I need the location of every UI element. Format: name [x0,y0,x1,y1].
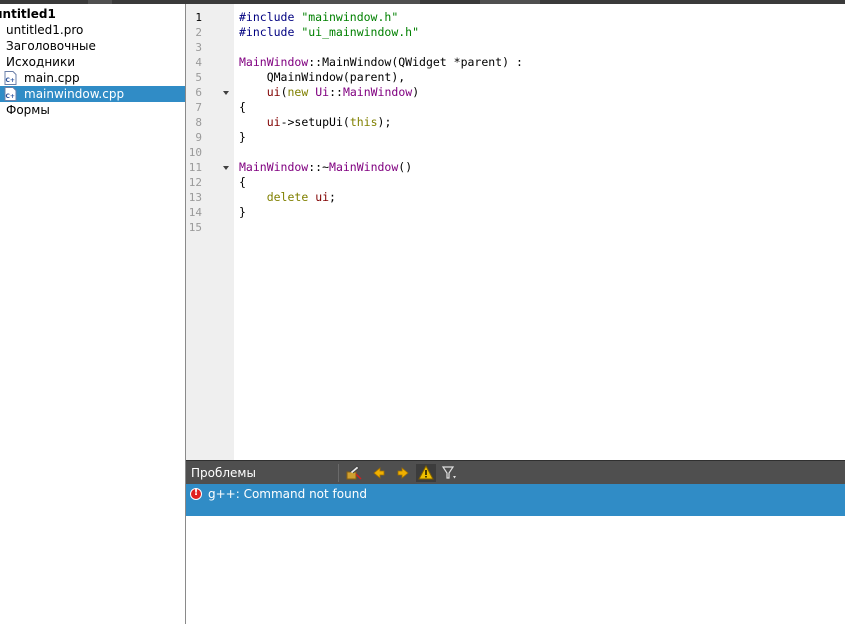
line-number: 7 [195,101,202,114]
code-token: new [287,85,309,99]
code-token: this [349,115,378,129]
code-token: ); [377,115,392,129]
code-token: :: [329,85,343,99]
svg-text:C+: C+ [6,93,15,100]
line-number: 10 [188,146,202,159]
code-token: MainWindow [239,160,309,174]
svg-text:C+: C+ [6,77,15,84]
prev-icon [373,467,385,479]
code-line[interactable]: #include "mainwindow.h" [239,10,398,25]
issues-toolbar: Проблемы [186,460,845,484]
line-number-gutter: 1 2 3 4 5 6 7 8 9 10 11 12 13 14 15 [186,4,234,460]
code-token: ; [329,190,336,204]
tree-item-main-cpp[interactable]: C+ main.cpp [0,70,185,86]
issue-row[interactable]: g++: Command not found [186,484,845,516]
code-token: ::~ [308,160,330,174]
issues-pane: Проблемы ! g++: Command not found [186,460,845,624]
line-number: 15 [188,221,202,234]
code-token: Ui [315,85,330,99]
line-number: 12 [188,176,202,189]
filter-button[interactable] [440,464,460,482]
code-token: QMainWindow(parent), [239,70,406,84]
code-line[interactable]: { [239,175,246,190]
tree-item-label: Исходники [6,55,76,69]
project-tree: untitled1 untitled1.pro Заголовочные Исх… [0,4,185,624]
tree-item-label: mainwindow.cpp [24,87,125,101]
code-token: MainWindow [239,55,309,69]
next-issue-button[interactable] [393,464,413,482]
code-token: "mainwindow.h" [301,10,399,24]
code-token: MainWindow [329,160,399,174]
code-line[interactable]: QMainWindow(parent), [239,70,405,85]
warning-filter-icon [418,464,434,480]
tree-item-headers[interactable]: Заголовочные [0,38,185,54]
tree-item-project[interactable]: untitled1 [0,6,185,22]
code-token: #include [239,25,302,39]
tree-item-label: untitled1.pro [6,23,84,37]
code-editor[interactable]: 1 2 3 4 5 6 7 8 9 10 11 12 13 14 15 #include "mainwind… [186,4,845,460]
code-line[interactable]: #include "ui_mainwindow.h" [239,25,419,40]
prev-issue-button[interactable] [369,464,389,482]
tree-item-label: untitled1 [0,7,56,21]
line-number: 11 [188,161,202,174]
tree-item-forms[interactable]: Формы [0,102,185,118]
tree-item-mainwindow-cpp[interactable]: C+ mainwindow.cpp [0,86,185,102]
line-number: 14 [188,206,202,219]
tree-item-label: main.cpp [24,71,80,85]
code-token: ) [412,85,420,99]
line-number: 5 [195,71,202,84]
line-number: 8 [195,116,202,129]
toolbar-separator [338,464,339,482]
line-number: 9 [195,131,202,144]
code-token: delete [266,190,309,204]
code-line[interactable]: delete ui; [239,190,336,205]
code-token: ::MainWindow(QWidget *parent) : [308,55,523,69]
issue-message: g++: Command not found [208,487,367,501]
tree-item-sources[interactable]: Исходники [0,54,185,70]
tree-item-pro-file[interactable]: untitled1.pro [0,22,185,38]
tree-item-label: Заголовочные [6,39,96,53]
cpp-file-icon: C+ [4,87,17,101]
line-number: 13 [188,191,202,204]
tree-item-label: Формы [6,103,50,117]
code-line[interactable]: { [239,100,246,115]
code-token: { [239,100,246,114]
line-number: 4 [195,56,202,69]
clean-button[interactable] [344,464,364,482]
code-token: ( [280,85,288,99]
line-number: 3 [195,41,202,54]
code-line[interactable]: ui->setupUi(this); [239,115,392,130]
issues-title: Проблемы [191,466,256,480]
code-token: ui [315,190,330,204]
filter-icon [441,466,456,479]
code-line[interactable]: } [239,130,246,145]
line-number: 1 [195,11,202,24]
code-token: "ui_mainwindow.h" [301,25,420,39]
code-token: } [239,205,246,219]
fold-marker-icon[interactable] [223,91,229,95]
code-token: MainWindow [342,85,413,99]
code-token: ui [266,85,281,99]
code-line[interactable]: MainWindow::~MainWindow() [239,160,412,175]
code-line[interactable]: ui(new Ui::MainWindow) [239,85,419,100]
code-token: ->setupUi( [280,115,350,129]
line-number: 2 [195,26,202,39]
show-warnings-toggle[interactable] [416,464,436,482]
error-icon [190,487,202,500]
code-token: { [239,175,246,189]
line-number: 6 [195,86,202,99]
code-token: #include [239,10,302,24]
code-token: ui [266,115,281,129]
code-token: } [239,130,246,144]
next-icon [397,467,409,479]
cpp-file-icon: C+ [4,71,17,85]
fold-marker-icon[interactable] [223,166,229,170]
code-line[interactable]: } [239,205,246,220]
clean-icon [346,465,362,480]
code-token: () [398,160,413,174]
code-line[interactable]: MainWindow::MainWindow(QWidget *parent) … [239,55,523,70]
